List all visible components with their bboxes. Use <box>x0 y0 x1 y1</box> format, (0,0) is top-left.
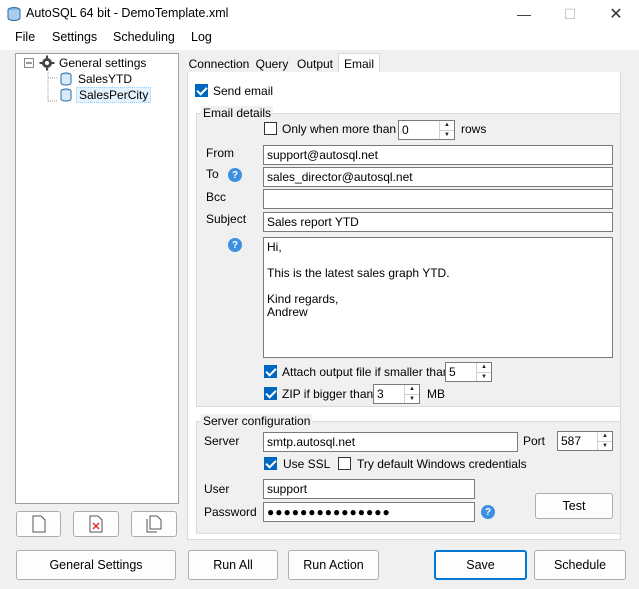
maximize-icon[interactable]: ☐ <box>547 0 593 28</box>
use-ssl-label: Use SSL <box>283 457 331 471</box>
database-icon <box>60 88 72 102</box>
bcc-label: Bcc <box>206 190 227 204</box>
general-settings-button[interactable]: General Settings <box>16 550 176 580</box>
body-help-icon[interactable]: ? <box>228 238 242 252</box>
test-button[interactable]: Test <box>535 493 613 519</box>
menu-scheduling[interactable]: Scheduling <box>113 30 175 44</box>
to-label: To <box>206 167 219 181</box>
copy-icon <box>146 515 162 533</box>
from-label: From <box>206 146 234 160</box>
email-details-title: Email details <box>201 106 274 120</box>
action-tree[interactable]: General settings SalesYTD SalesPerCity <box>15 53 179 504</box>
user-field[interactable]: support <box>263 479 475 499</box>
password-label: Password <box>204 505 257 519</box>
spin-up-icon[interactable]: ▲ <box>405 385 419 394</box>
spin-down-icon[interactable]: ▼ <box>405 393 419 404</box>
send-email-checkbox[interactable] <box>195 84 208 97</box>
spin-down-icon[interactable]: ▼ <box>440 129 454 140</box>
zip-checkbox[interactable] <box>264 387 277 400</box>
subject-label: Subject <box>206 212 247 226</box>
run-action-button[interactable]: Run Action <box>288 550 379 580</box>
menu-settings[interactable]: Settings <box>52 30 97 44</box>
new-action-button[interactable] <box>16 511 61 537</box>
window-title: AutoSQL 64 bit - DemoTemplate.xml <box>26 6 229 20</box>
port-value: 587 <box>561 434 582 448</box>
attach-label: Attach output file if smaller than <box>282 365 450 379</box>
port-label: Port <box>523 434 546 448</box>
spin-up-icon[interactable]: ▲ <box>598 432 612 441</box>
to-field[interactable]: sales_director@autosql.net <box>263 167 613 187</box>
send-email-label: Send email <box>213 84 274 98</box>
schedule-button[interactable]: Schedule <box>534 550 626 580</box>
database-icon <box>60 72 72 86</box>
zip-label: ZIP if bigger than <box>282 387 374 401</box>
password-field[interactable]: ●●●●●●●●●●●●●●● <box>263 502 475 522</box>
password-help-icon[interactable]: ? <box>481 505 495 519</box>
server-label: Server <box>204 434 240 448</box>
port-stepper[interactable]: 587 ▲ ▼ <box>557 431 613 451</box>
spin-up-icon[interactable]: ▲ <box>440 121 454 130</box>
collapse-icon[interactable] <box>24 58 34 68</box>
menu-log[interactable]: Log <box>191 30 212 44</box>
from-field[interactable]: support@autosql.net <box>263 145 613 165</box>
tab-query[interactable]: Query <box>253 54 291 73</box>
menu-file[interactable]: File <box>15 30 35 44</box>
only-when-rows-stepper[interactable]: 0 ▲ ▼ <box>398 120 455 140</box>
email-body-textarea[interactable]: Hi, This is the latest sales graph YTD. … <box>263 237 613 358</box>
bcc-field[interactable] <box>263 189 613 209</box>
only-when-checkbox[interactable] <box>264 122 277 135</box>
tab-output[interactable]: Output <box>295 54 335 73</box>
delete-action-button[interactable] <box>73 511 119 537</box>
to-help-icon[interactable]: ? <box>228 168 242 182</box>
attach-size-stepper[interactable]: 5 ▲ ▼ <box>445 362 492 382</box>
zip-size-stepper[interactable]: 3 ▲ ▼ <box>373 384 420 404</box>
spin-down-icon[interactable]: ▼ <box>598 440 612 451</box>
server-config-title: Server configuration <box>201 414 313 428</box>
tab-connection[interactable]: Connection <box>189 54 250 73</box>
attach-size-value: 5 <box>449 365 456 379</box>
rows-label: rows <box>461 122 487 136</box>
use-ssl-checkbox[interactable] <box>264 457 277 470</box>
run-all-button[interactable]: Run All <box>188 550 278 580</box>
minimize-icon[interactable]: — <box>501 0 547 28</box>
only-when-label: Only when more than <box>282 122 397 136</box>
spin-down-icon[interactable]: ▼ <box>477 371 491 382</box>
copy-action-button[interactable] <box>131 511 177 537</box>
server-field[interactable]: smtp.autosql.net <box>263 432 518 452</box>
save-button[interactable]: Save <box>434 550 527 580</box>
zip-unit-label: MB <box>427 387 445 401</box>
attach-checkbox[interactable] <box>264 365 277 378</box>
close-icon[interactable]: ✕ <box>593 0 639 28</box>
windows-creds-checkbox[interactable] <box>338 457 351 470</box>
tab-email[interactable]: Email <box>338 53 380 73</box>
tree-node-salesytd[interactable]: SalesYTD <box>78 72 132 86</box>
app-icon <box>7 7 21 21</box>
subject-field[interactable]: Sales report YTD <box>263 212 613 232</box>
only-when-value: 0 <box>402 123 409 137</box>
delete-file-icon <box>89 515 103 533</box>
user-label: User <box>204 482 230 496</box>
spin-up-icon[interactable]: ▲ <box>477 363 491 372</box>
windows-creds-label: Try default Windows credentials <box>357 457 527 471</box>
tree-node-general-settings[interactable]: General settings <box>59 56 146 70</box>
zip-size-value: 3 <box>377 387 384 401</box>
new-file-icon <box>32 515 45 533</box>
tree-node-salespercity[interactable]: SalesPerCity <box>76 87 152 103</box>
